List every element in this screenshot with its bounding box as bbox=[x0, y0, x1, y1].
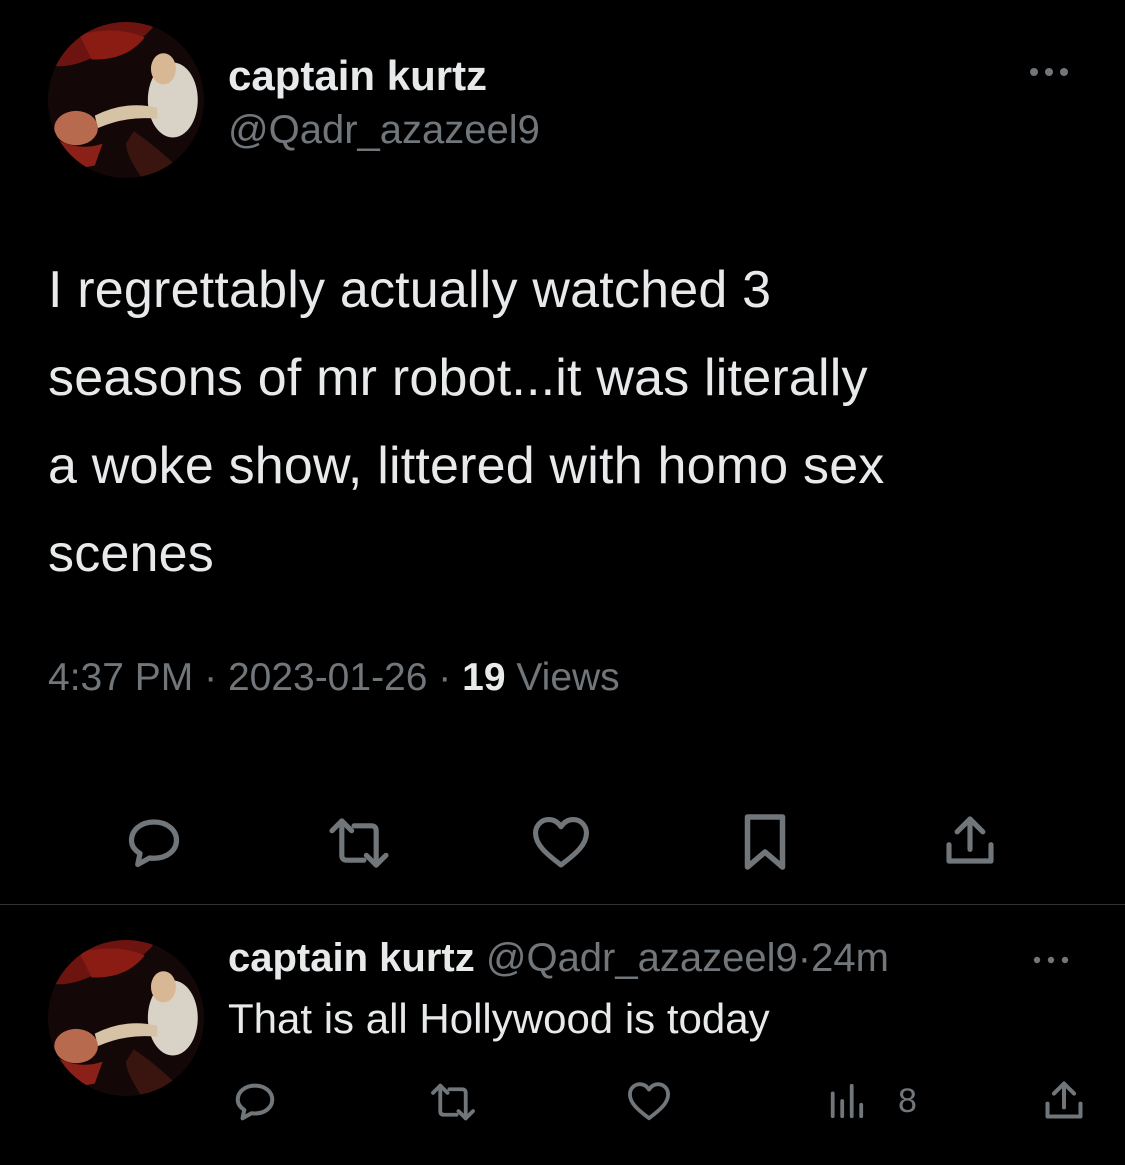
author-handle[interactable]: @Qadr_azazeel9 bbox=[228, 108, 540, 153]
tweet-text: I regrettably actually watched 3 seasons… bbox=[48, 246, 1088, 598]
author-avatar[interactable] bbox=[48, 22, 204, 178]
views-icon[interactable] bbox=[826, 1082, 866, 1120]
reply-like-icon[interactable] bbox=[626, 1080, 672, 1122]
reply-age[interactable]: 24m bbox=[811, 936, 889, 980]
separator-dot: · bbox=[204, 656, 218, 699]
reply-header: captain kurtz @Qadr_azazeel9·24m bbox=[228, 936, 889, 981]
retweet-icon[interactable] bbox=[326, 816, 392, 870]
reply-author-handle[interactable]: @Qadr_azazeel9 bbox=[486, 936, 798, 980]
tweet-text-line: seasons of mr robot...it was literally bbox=[48, 349, 868, 407]
bookmark-icon[interactable] bbox=[742, 812, 788, 872]
views-count: 19 bbox=[462, 656, 506, 699]
share-icon[interactable] bbox=[942, 812, 998, 868]
separator-dot: · bbox=[438, 656, 452, 699]
divider bbox=[0, 904, 1125, 905]
tweet-metadata: 4:37 PM · 2023-01-26 · 19 Views bbox=[48, 656, 620, 700]
reply-share-icon[interactable] bbox=[1042, 1078, 1086, 1122]
like-icon[interactable] bbox=[530, 814, 592, 870]
tweet-text-line: a woke show, littered with homo sex bbox=[48, 437, 885, 495]
tweet-text-line: scenes bbox=[48, 525, 214, 583]
tweet-date[interactable]: 2023-01-26 bbox=[228, 656, 428, 699]
reply-retweet-icon[interactable] bbox=[428, 1082, 478, 1122]
reply-reply-icon[interactable] bbox=[232, 1078, 278, 1124]
tweet-time[interactable]: 4:37 PM bbox=[48, 656, 193, 699]
reply-author-display-name[interactable]: captain kurtz bbox=[228, 936, 475, 980]
tweet-text-line: I regrettably actually watched 3 bbox=[48, 261, 772, 319]
views-label: Views bbox=[516, 656, 620, 699]
reply-more-options-icon[interactable] bbox=[1030, 952, 1072, 968]
reply-icon[interactable] bbox=[124, 812, 184, 872]
reply-author-avatar[interactable] bbox=[48, 940, 204, 1096]
more-options-icon[interactable] bbox=[1024, 62, 1074, 82]
reply-views-count: 8 bbox=[898, 1082, 917, 1120]
reply-text: That is all Hollywood is today bbox=[228, 995, 770, 1042]
author-display-name[interactable]: captain kurtz bbox=[228, 52, 487, 100]
separator-dot: · bbox=[797, 936, 812, 980]
